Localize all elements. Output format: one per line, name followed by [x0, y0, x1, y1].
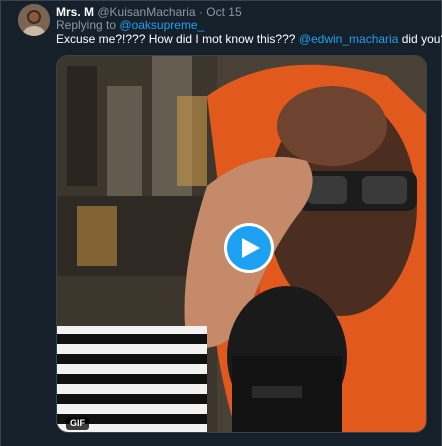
- separator: ·: [198, 5, 203, 19]
- tweet[interactable]: Mrs. M @KuisanMacharia · Oct 15 Replying…: [0, 0, 442, 446]
- replying-to: Replying to @oaksupreme_: [56, 18, 204, 32]
- tweet-header: Mrs. M @KuisanMacharia · Oct 15: [56, 5, 242, 19]
- tweet-text: Excuse me?!??? How did I mot know this??…: [56, 32, 442, 46]
- user-handle[interactable]: @KuisanMacharia: [97, 5, 195, 19]
- replying-handle-link[interactable]: @oaksupreme_: [119, 18, 204, 32]
- gif-media[interactable]: GIF: [56, 55, 427, 433]
- play-icon: [242, 238, 260, 258]
- avatar[interactable]: [18, 4, 50, 36]
- tweet-text-part1: Excuse me?!??? How did I mot know this??…: [56, 32, 296, 46]
- tweet-text-part2: did you?!?: [401, 32, 442, 46]
- display-name[interactable]: Mrs. M: [56, 5, 94, 19]
- play-button[interactable]: [224, 223, 274, 273]
- gif-badge: GIF: [66, 417, 89, 430]
- mention-link[interactable]: @edwin_macharia: [299, 32, 399, 46]
- tweet-date[interactable]: Oct 15: [206, 5, 241, 19]
- replying-prefix: Replying to: [56, 18, 117, 32]
